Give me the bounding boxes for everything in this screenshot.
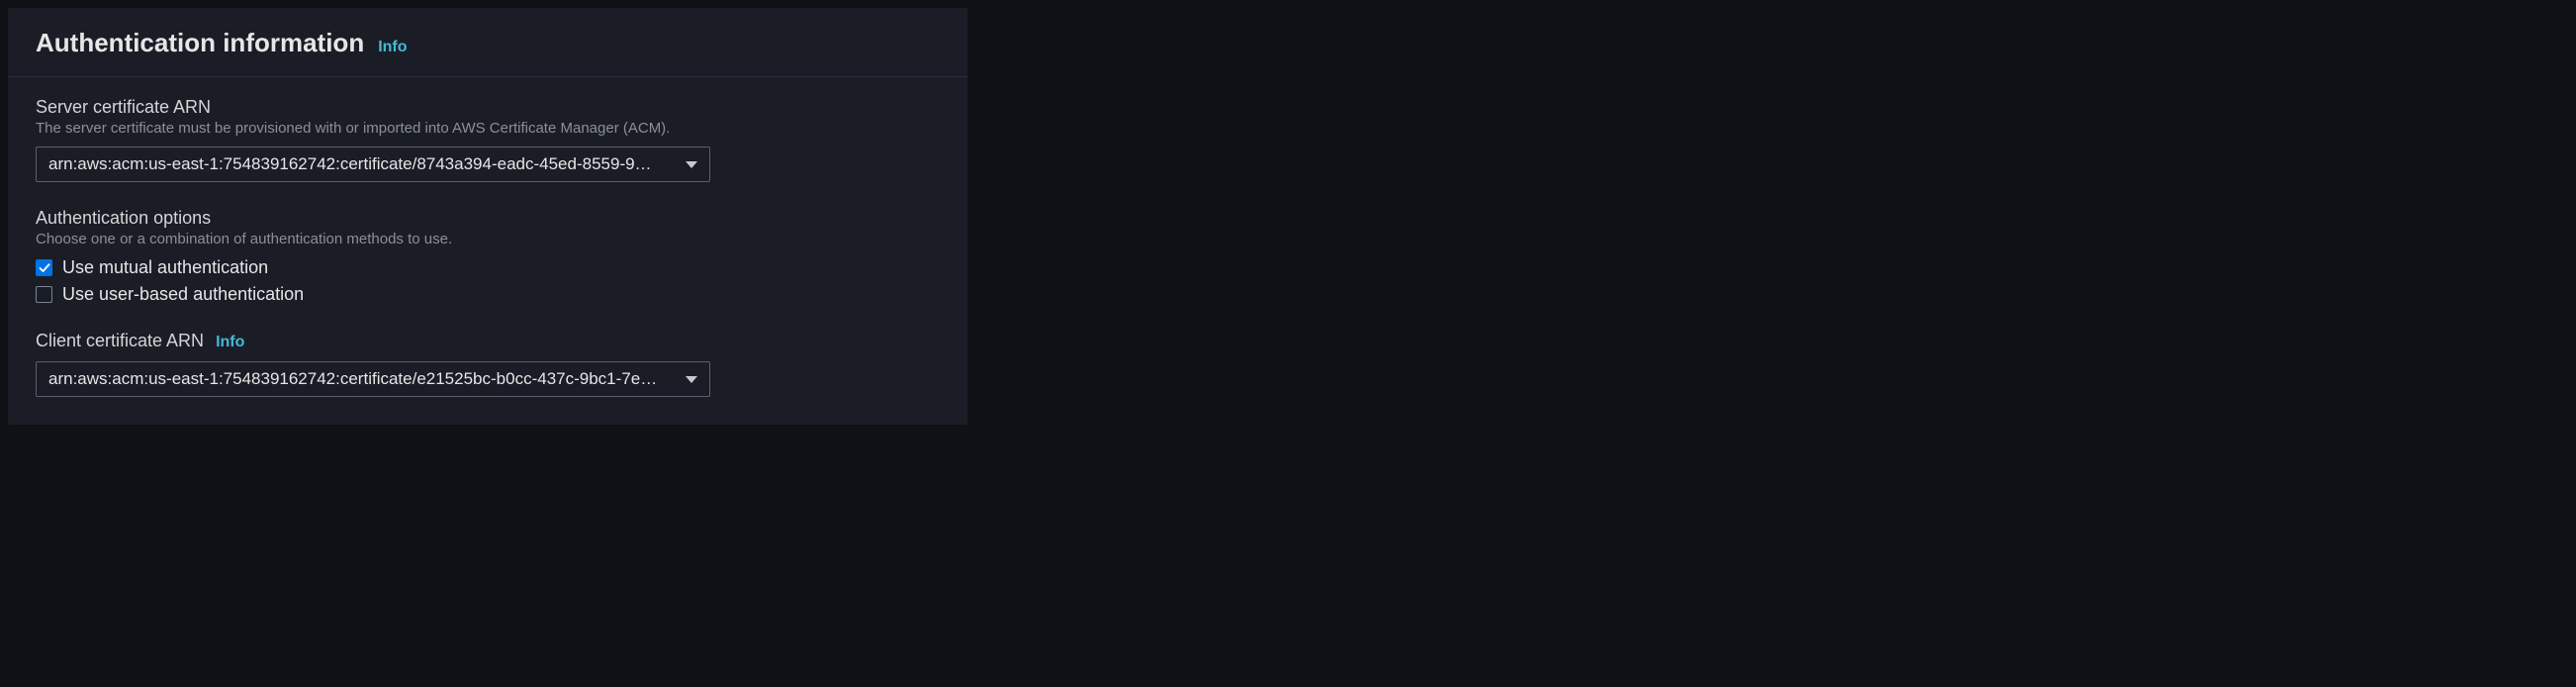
server-cert-select[interactable]: arn:aws:acm:us-east-1:754839162742:certi…	[36, 147, 710, 182]
panel-title: Authentication information	[36, 28, 364, 58]
auth-options-help: Choose one or a combination of authentic…	[36, 231, 940, 247]
mutual-auth-option[interactable]: Use mutual authentication	[36, 257, 940, 278]
panel-header: Authentication information Info	[8, 8, 967, 77]
dropdown-caret-icon	[686, 376, 697, 383]
client-cert-group: Client certificate ARN Info arn:aws:acm:…	[36, 331, 940, 397]
authentication-panel: Authentication information Info Server c…	[8, 8, 967, 425]
auth-options-label: Authentication options	[36, 208, 940, 229]
client-cert-value: arn:aws:acm:us-east-1:754839162742:certi…	[48, 369, 676, 389]
check-icon	[39, 262, 50, 274]
mutual-auth-checkbox[interactable]	[36, 259, 52, 276]
user-based-auth-label: Use user-based authentication	[62, 284, 304, 305]
dropdown-caret-icon	[686, 161, 697, 168]
server-cert-value: arn:aws:acm:us-east-1:754839162742:certi…	[48, 154, 676, 174]
server-cert-group: Server certificate ARN The server certif…	[36, 97, 940, 182]
client-cert-label: Client certificate ARN	[36, 331, 204, 351]
panel-body: Server certificate ARN The server certif…	[8, 77, 967, 425]
client-cert-info-link[interactable]: Info	[216, 334, 244, 351]
server-cert-label: Server certificate ARN	[36, 97, 940, 118]
panel-info-link[interactable]: Info	[378, 39, 407, 56]
auth-options-group: Authentication options Choose one or a c…	[36, 208, 940, 305]
user-based-auth-checkbox[interactable]	[36, 286, 52, 303]
user-based-auth-option[interactable]: Use user-based authentication	[36, 284, 940, 305]
mutual-auth-label: Use mutual authentication	[62, 257, 268, 278]
client-cert-select[interactable]: arn:aws:acm:us-east-1:754839162742:certi…	[36, 361, 710, 397]
server-cert-help: The server certificate must be provision…	[36, 120, 940, 137]
